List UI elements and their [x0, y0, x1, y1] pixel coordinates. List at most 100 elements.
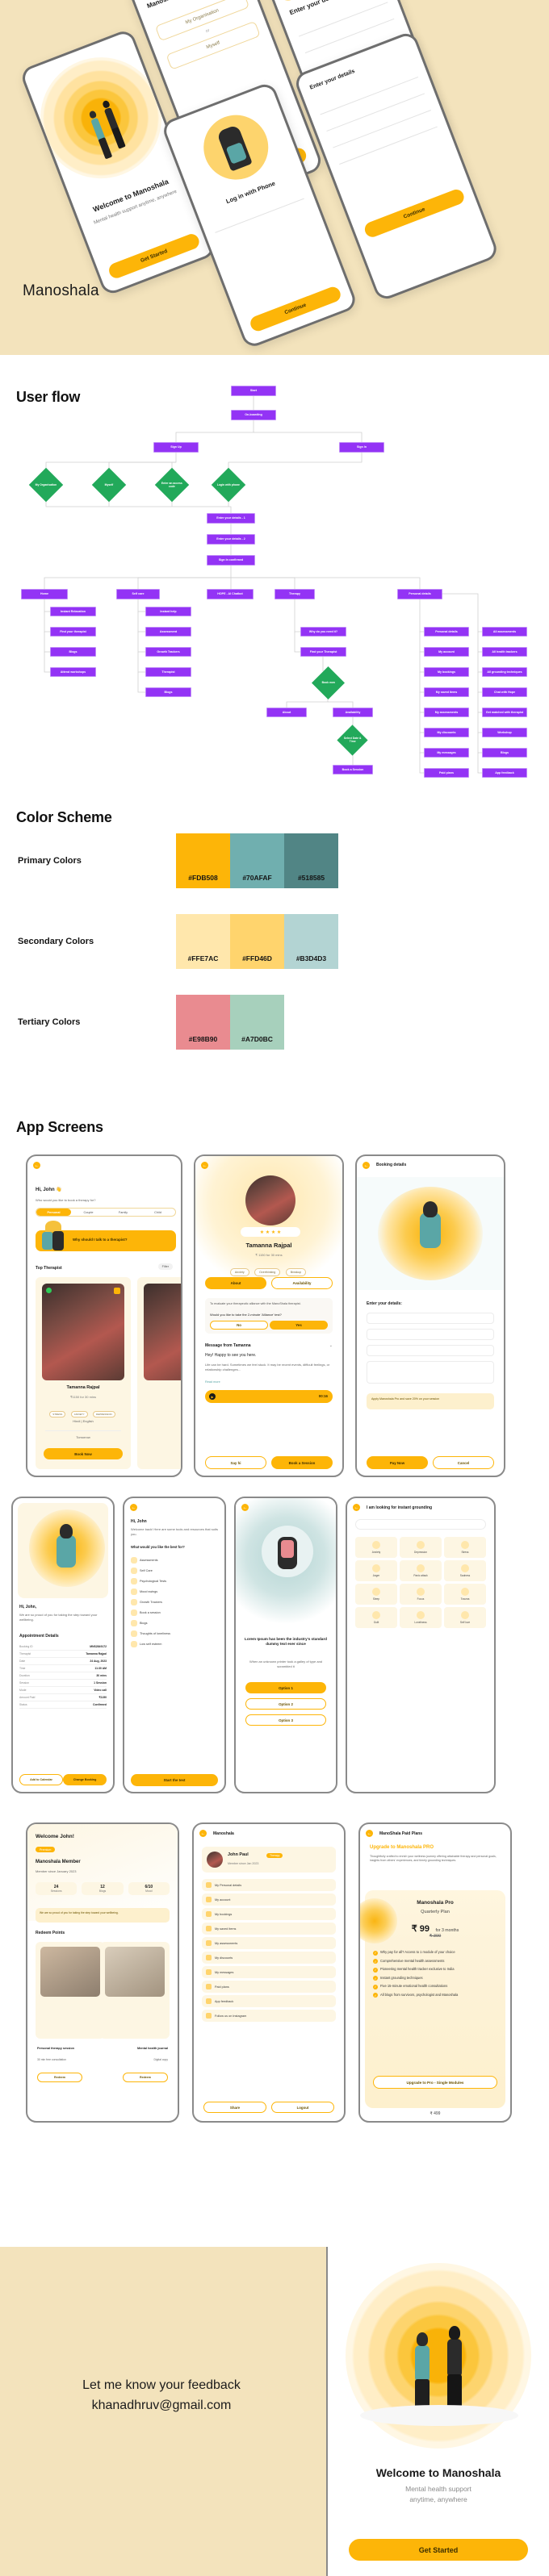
audio-player[interactable]: ▶ 00:16	[205, 1390, 333, 1403]
screen-paid-plans[interactable]: ← ManoShala Paid Plans Upgrade to Manosh…	[358, 1822, 512, 2123]
screen-booking[interactable]: ← Booking details Enter your details: Ap…	[355, 1154, 505, 1477]
get-started-button[interactable]: Get Started	[107, 232, 202, 281]
account-menu-item[interactable]: Paid plans	[202, 1981, 336, 1993]
account-menu-item[interactable]: My assessments	[202, 1937, 336, 1949]
assessment-list-item[interactable]: Psychological Tests	[131, 1576, 218, 1586]
grounding-tile[interactable]: Guilt	[355, 1607, 397, 1628]
tab-about[interactable]: About	[205, 1277, 266, 1289]
quote-option-2[interactable]: Option 2	[245, 1698, 326, 1710]
play-icon[interactable]: ▶	[209, 1393, 216, 1400]
account-menu-item[interactable]: My saved items	[202, 1923, 336, 1935]
screen-assessment[interactable]: ← Hi, John Welcome back! Here are some t…	[123, 1497, 226, 1793]
back-icon[interactable]: ←	[201, 1162, 208, 1169]
account-user-card[interactable]: John Paul Therapy Member since Jan 2023	[202, 1847, 336, 1873]
share-button[interactable]: Share	[203, 2102, 266, 2113]
assessment-list-item[interactable]: Thoughts of loneliness	[131, 1628, 218, 1639]
assessment-list[interactable]: Assessments Self Care Psychological Tests M…	[131, 1555, 218, 1649]
tab-couple[interactable]: Couple	[71, 1209, 106, 1216]
assessment-list-item[interactable]: Low self esteem	[131, 1639, 218, 1649]
therapist-card-next[interactable]	[137, 1277, 181, 1469]
back-icon[interactable]: ←	[241, 1504, 249, 1511]
therapist-card[interactable]: Tamanna Rajpal ₹1150 for 30 mins STRESS …	[36, 1277, 131, 1469]
alliance-no-button[interactable]: No	[210, 1321, 268, 1330]
account-menu-item[interactable]: My Personal details	[202, 1879, 336, 1891]
screen-grounding[interactable]: ← I am looking for instant grounding Anx…	[346, 1497, 496, 1793]
account-menu-item[interactable]: My account	[202, 1893, 336, 1906]
back-icon[interactable]: ←	[353, 1504, 360, 1511]
add-to-calendar-button[interactable]: Add to Calendar	[19, 1774, 63, 1785]
account-menu[interactable]: My Personal details My account My bookings…	[202, 1879, 336, 2024]
grounding-tile[interactable]: Anger	[355, 1560, 397, 1581]
grounding-tile[interactable]: Depression	[400, 1537, 442, 1558]
change-booking-button[interactable]: Change Booking	[63, 1774, 107, 1785]
grounding-tile[interactable]: Panic attack	[400, 1560, 442, 1581]
logout-button[interactable]: Logout	[271, 2102, 334, 2113]
tab-family[interactable]: Family	[106, 1209, 140, 1216]
booking-field-name[interactable]	[367, 1313, 494, 1324]
home-tabs[interactable]: Personal Couple Family Child	[36, 1208, 176, 1217]
grounding-tile[interactable]: Sleep	[355, 1584, 397, 1605]
back-icon[interactable]: ←	[366, 1830, 373, 1837]
book-session-button[interactable]: Book a Session	[271, 1456, 333, 1469]
redeem-button-2[interactable]: Redeem	[123, 2073, 168, 2082]
say-hi-button[interactable]: Say hi	[205, 1456, 266, 1469]
back-icon[interactable]: ←	[199, 1830, 207, 1837]
assessment-list-item[interactable]: Blogs	[131, 1618, 218, 1628]
assessment-list-item[interactable]: Mood swings	[131, 1586, 218, 1597]
alliance-yes-button[interactable]: Yes	[270, 1321, 328, 1330]
redeem-button-1[interactable]: Redeem	[37, 2073, 82, 2082]
quote-option-3[interactable]: Option 3	[245, 1714, 326, 1726]
login-phone-field[interactable]	[210, 186, 304, 233]
footer-phone[interactable]: Welcome to Manoshala Mental health suppo…	[326, 2247, 549, 2576]
grounding-tiles[interactable]: Anxiety Depression Stress Anger Panic attack…	[355, 1537, 486, 1628]
booking-field-message[interactable]	[367, 1361, 494, 1384]
assessment-list-item[interactable]: Growth Trackers	[131, 1597, 218, 1607]
screen-home[interactable]: ← Hi, John 👋 Who would you like to book …	[26, 1154, 182, 1477]
booking-field-email[interactable]	[367, 1329, 494, 1340]
get-started-button[interactable]: Get Started	[349, 2539, 528, 2561]
account-menu-item[interactable]: Follow us on Instagram	[202, 2010, 336, 2022]
pay-now-button[interactable]: Pay Now	[367, 1456, 428, 1469]
back-icon[interactable]: ←	[33, 1162, 40, 1169]
back-icon[interactable]: ←	[363, 1162, 370, 1169]
account-menu-item[interactable]: My bookings	[202, 1908, 336, 1920]
account-menu-item[interactable]: My discounts	[202, 1952, 336, 1964]
quote-option-1[interactable]: Option 1	[245, 1682, 326, 1693]
screen-therapist-profile[interactable]: ← ★ ★ ★ ★ Tamanna Rajpal ₹ 1150 for 30 m…	[194, 1154, 344, 1477]
grounding-tile[interactable]: Anxiety	[355, 1537, 397, 1558]
assessment-list-item[interactable]: Self Care	[131, 1565, 218, 1576]
cancel-button[interactable]: Cancel	[433, 1456, 494, 1469]
bookmark-icon[interactable]	[114, 1288, 120, 1294]
grounding-search-input[interactable]	[355, 1519, 486, 1530]
continue-button[interactable]: Continue	[248, 285, 343, 334]
screen-account[interactable]: ← Manoshala John Paul Therapy Member sin…	[192, 1822, 346, 2123]
screen-welcome-member[interactable]: Welcome John! Premium Manoshala Member M…	[26, 1822, 179, 2123]
tab-child[interactable]: Child	[140, 1209, 175, 1216]
account-menu-item[interactable]: My messages	[202, 1966, 336, 1978]
feedback-email[interactable]: khanadhruv@gmail.com	[0, 2396, 323, 2416]
book-now-button[interactable]: Book Now	[44, 1448, 123, 1459]
booking-field-phone[interactable]	[367, 1345, 494, 1356]
grounding-tile[interactable]: Self love	[444, 1607, 486, 1628]
start-test-button[interactable]: Start the test	[131, 1774, 218, 1786]
tab-availability[interactable]: Availability	[271, 1277, 333, 1289]
grounding-tile[interactable]: Stress	[444, 1537, 486, 1558]
home-filter-button[interactable]: Filter	[157, 1263, 173, 1270]
screen-appointment[interactable]: Hi, John, We are so proud of you for tak…	[11, 1497, 115, 1793]
redeem-card-2[interactable]	[100, 1942, 170, 2039]
grounding-tile[interactable]: Loneliness	[400, 1607, 442, 1628]
grounding-tile[interactable]: Focus	[400, 1584, 442, 1605]
upgrade-button[interactable]: Upgrade to Pro - Single Modules	[373, 2076, 497, 2089]
assessment-list-item[interactable]: Book a session	[131, 1607, 218, 1618]
read-more-link[interactable]: Read more	[205, 1380, 220, 1384]
redeem-card-1[interactable]	[36, 1942, 105, 2039]
tab-personal[interactable]: Personal	[36, 1209, 71, 1216]
chevron-down-icon[interactable]: ⌄	[329, 1343, 333, 1348]
assessment-list-item[interactable]: Assessments	[131, 1555, 218, 1565]
back-icon[interactable]: ←	[130, 1504, 137, 1511]
grounding-tile[interactable]: Trauma	[444, 1584, 486, 1605]
continue-button[interactable]: Continue	[363, 187, 467, 240]
screen-quote[interactable]: ← Lorem Ipsum has been the industry's st…	[234, 1497, 337, 1793]
grounding-tile[interactable]: Sadness	[444, 1560, 486, 1581]
plan-card[interactable]: Manoshala Pro Quarterly Plan ₹ 99 for 3 …	[360, 1890, 505, 2108]
